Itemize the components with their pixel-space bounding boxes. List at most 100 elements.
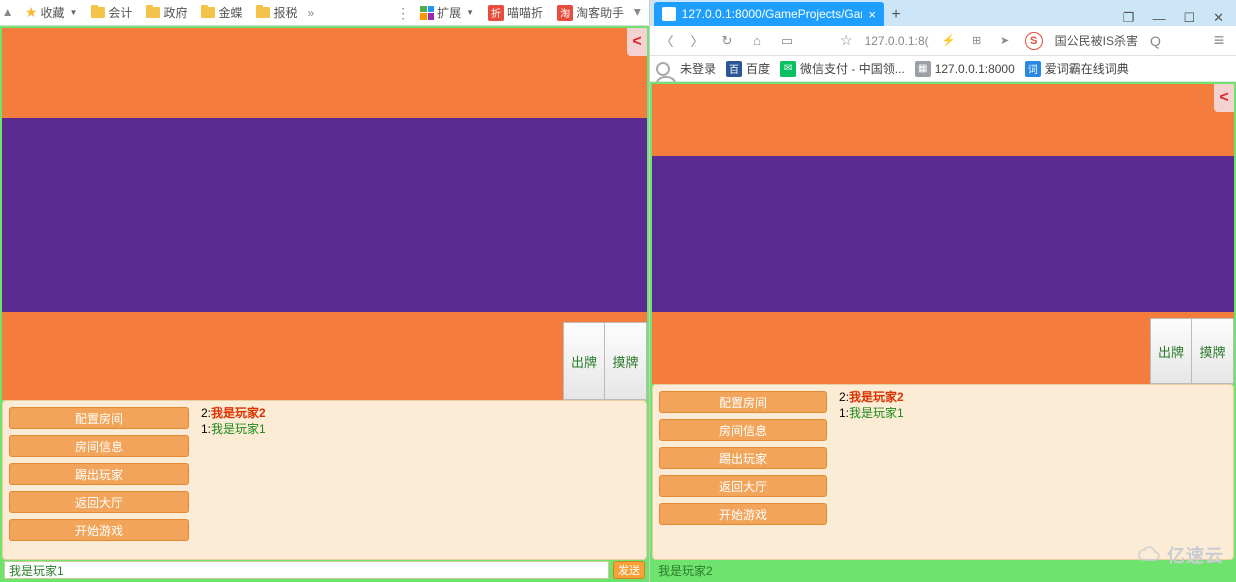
lobby-btn-kick[interactable]: 踢出玩家 <box>9 463 189 485</box>
ext-taoke[interactable]: 淘淘客助手 <box>553 2 628 23</box>
lobby-btn-back[interactable]: 返回大厅 <box>9 491 189 513</box>
back-icon[interactable]: ▶ <box>2 9 13 16</box>
tao-icon: 淘 <box>557 5 573 21</box>
login-status[interactable]: 未登录 <box>656 60 716 77</box>
bookmarks-more[interactable]: » <box>307 6 314 20</box>
game-viewport-right: < 出牌 摸牌 配置房间 房间信息 踢出玩家 返回大厅 开始游戏 2:我是玩家2… <box>650 82 1236 582</box>
qr-icon[interactable]: ⊞ <box>969 33 985 49</box>
player-row: 2:我是玩家2 <box>839 389 904 405</box>
table-area <box>2 118 647 312</box>
lobby-btn-start[interactable]: 开始游戏 <box>9 519 189 541</box>
new-tab-button[interactable]: + <box>884 4 908 26</box>
bookmark-wechat[interactable]: ✉微信支付 - 中国领... <box>780 60 905 77</box>
nav-back-button[interactable]: 〈 <box>658 31 676 50</box>
card-action-group: 出牌 摸牌 <box>1150 318 1234 384</box>
wechat-icon: ✉ <box>780 61 796 77</box>
left-browser-window: ▶ ★收藏▼ 会计 政府 金蝶 报税 » ⋮ 扩展▼ 折喵喵折 淘淘客助手 ▶ … <box>0 0 650 582</box>
player-row: 2:我是玩家2 <box>201 405 266 421</box>
lobby-btn-roominfo[interactable]: 房间信息 <box>9 435 189 457</box>
chat-bar: 发送 <box>2 560 647 580</box>
game-viewport-left: < 出牌 摸牌 配置房间 房间信息 踢出玩家 返回大厅 开始游戏 2:我是玩家2… <box>0 26 649 582</box>
game-stage: < 出牌 摸牌 <box>2 28 647 400</box>
lobby-panel: 配置房间 房间信息 踢出玩家 返回大厅 开始游戏 2:我是玩家2 1:我是玩家1 <box>2 400 647 560</box>
play-card-button[interactable]: 出牌 <box>563 322 605 400</box>
game-stage: < 出牌 摸牌 <box>652 84 1234 384</box>
bookmark-dict[interactable]: 词爱词霸在线词典 <box>1025 60 1129 77</box>
menu-dots-icon[interactable]: ⋮ <box>396 6 410 20</box>
draw-card-button[interactable]: 摸牌 <box>1192 318 1234 384</box>
dict-icon: 词 <box>1025 61 1041 77</box>
player-area-bottom <box>2 312 647 400</box>
chat-input[interactable] <box>4 561 609 579</box>
folder-icon <box>256 7 270 18</box>
tab-title: 127.0.0.1:8000/GameProjects/Gan <box>682 7 863 21</box>
collapse-toggle[interactable]: < <box>1214 84 1234 112</box>
reload-button[interactable]: ↻ <box>718 33 736 49</box>
url-text[interactable]: 127.0.0.1:8( <box>865 34 929 48</box>
lobby-btn-config[interactable]: 配置房间 <box>9 407 189 429</box>
tab-bar: 127.0.0.1:8000/GameProjects/Gan × + ❐ — … <box>650 0 1236 26</box>
apps-icon <box>420 6 434 20</box>
bookmark-folder-2[interactable]: 金蝶 <box>197 2 246 23</box>
draw-card-button[interactable]: 摸牌 <box>605 322 647 400</box>
bookmark-star-icon[interactable]: ☆ <box>840 32 853 49</box>
lobby-btn-config[interactable]: 配置房间 <box>659 391 827 413</box>
address-bar: 〈 〉 ↻ ⌂ ▭ ☆ 127.0.0.1:8( ⚡ ⊞ ➤ S 国公民被IS杀… <box>650 26 1236 56</box>
bookmarks-bar-right: 未登录 百百度 ✉微信支付 - 中国领... ▦127.0.0.1:8000 词… <box>650 56 1236 82</box>
headline-text[interactable]: 国公民被IS杀害 <box>1055 32 1138 49</box>
window-minimize-icon[interactable]: — <box>1152 11 1165 26</box>
bolt-icon[interactable]: ⚡ <box>941 33 957 49</box>
arrow-icon[interactable]: ➤ <box>997 33 1013 49</box>
lobby-button-column: 配置房间 房间信息 踢出玩家 返回大厅 开始游戏 <box>653 385 833 559</box>
player-list: 2:我是玩家2 1:我是玩家1 <box>833 385 910 559</box>
window-maximize-icon[interactable]: ☐ <box>1183 10 1195 26</box>
folder-icon <box>146 7 160 18</box>
nav-forward-button[interactable]: 〉 <box>688 31 706 50</box>
tablet-icon[interactable]: ▭ <box>778 33 796 49</box>
lobby-btn-kick[interactable]: 踢出玩家 <box>659 447 827 469</box>
lobby-btn-roominfo[interactable]: 房间信息 <box>659 419 827 441</box>
page-icon: ▦ <box>915 61 931 77</box>
play-card-button[interactable]: 出牌 <box>1150 318 1192 384</box>
window-close-icon[interactable]: ✕ <box>1213 10 1224 26</box>
lobby-btn-back[interactable]: 返回大厅 <box>659 475 827 497</box>
player-row: 1:我是玩家1 <box>201 421 266 437</box>
folder-icon <box>91 7 105 18</box>
zhe-icon: 折 <box>488 5 504 21</box>
send-button[interactable]: 发送 <box>613 561 645 579</box>
opponent-area-top <box>652 84 1234 156</box>
table-area <box>652 156 1234 312</box>
lobby-button-column: 配置房间 房间信息 踢出玩家 返回大厅 开始游戏 <box>3 401 195 559</box>
search-icon[interactable]: Q <box>1150 33 1161 49</box>
forward-icon[interactable]: ▶ <box>632 9 643 16</box>
sogou-icon[interactable]: S <box>1025 32 1043 50</box>
user-icon <box>656 62 670 76</box>
bookmark-baidu[interactable]: 百百度 <box>726 60 770 77</box>
player-area-bottom <box>652 312 1234 384</box>
page-icon <box>662 7 676 21</box>
window-restore-icon[interactable]: ❐ <box>1123 10 1135 26</box>
lobby-btn-start[interactable]: 开始游戏 <box>659 503 827 525</box>
chat-text: 我是玩家2 <box>654 562 717 579</box>
folder-icon <box>201 7 215 18</box>
bookmark-folder-0[interactable]: 会计 <box>87 2 136 23</box>
opponent-area-top <box>2 28 647 118</box>
ext-miaozhe[interactable]: 折喵喵折 <box>484 2 547 23</box>
star-icon: ★ <box>25 4 38 21</box>
bookmarks-bar: ▶ ★收藏▼ 会计 政府 金蝶 报税 » ⋮ 扩展▼ 折喵喵折 淘淘客助手 ▶ <box>0 0 649 26</box>
window-controls: ❐ — ☐ ✕ <box>1111 10 1236 26</box>
bookmark-folder-3[interactable]: 报税 <box>252 2 301 23</box>
player-row: 1:我是玩家1 <box>839 405 904 421</box>
baidu-icon: 百 <box>726 61 742 77</box>
right-browser-window: 127.0.0.1:8000/GameProjects/Gan × + ❐ — … <box>650 0 1236 582</box>
bookmark-folder-1[interactable]: 政府 <box>142 2 191 23</box>
bookmark-localhost[interactable]: ▦127.0.0.1:8000 <box>915 61 1015 77</box>
browser-tab[interactable]: 127.0.0.1:8000/GameProjects/Gan × <box>654 2 884 26</box>
hamburger-menu-icon[interactable]: ≡ <box>1210 30 1228 51</box>
bookmark-favorites[interactable]: ★收藏▼ <box>21 2 82 23</box>
card-action-group: 出牌 摸牌 <box>563 322 647 400</box>
tab-close-button[interactable]: × <box>868 7 876 22</box>
collapse-toggle[interactable]: < <box>627 28 647 56</box>
extensions-button[interactable]: 扩展▼ <box>416 2 478 23</box>
home-button[interactable]: ⌂ <box>748 33 766 48</box>
